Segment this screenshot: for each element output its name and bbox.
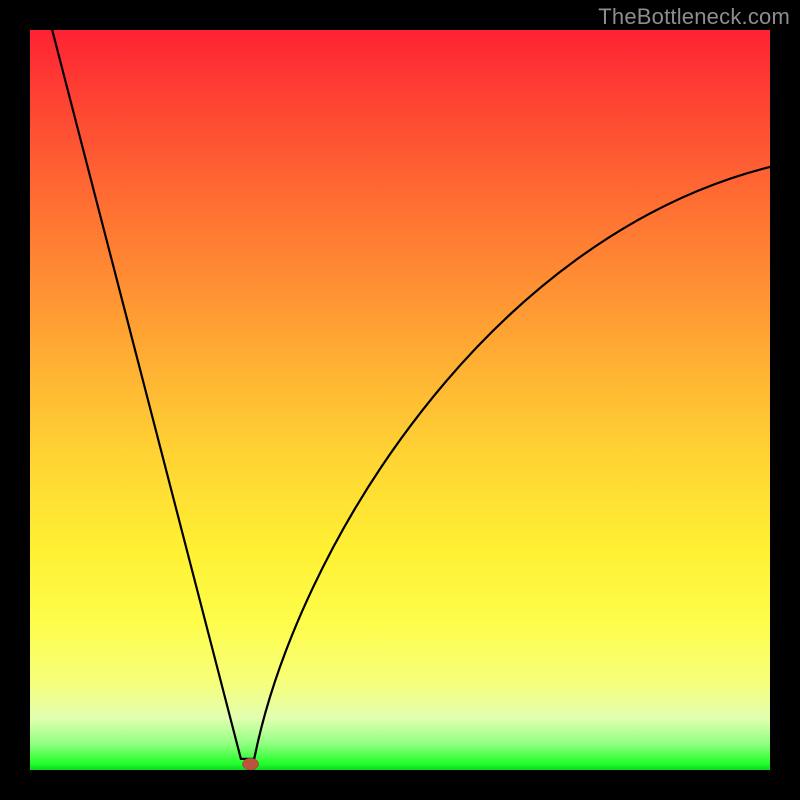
attribution-text: TheBottleneck.com: [598, 4, 790, 30]
curve-path: [52, 30, 770, 759]
plot-area: [30, 30, 770, 770]
bottleneck-curve: [30, 30, 770, 770]
chart-frame: TheBottleneck.com: [0, 0, 800, 800]
optimum-marker: [242, 758, 258, 770]
